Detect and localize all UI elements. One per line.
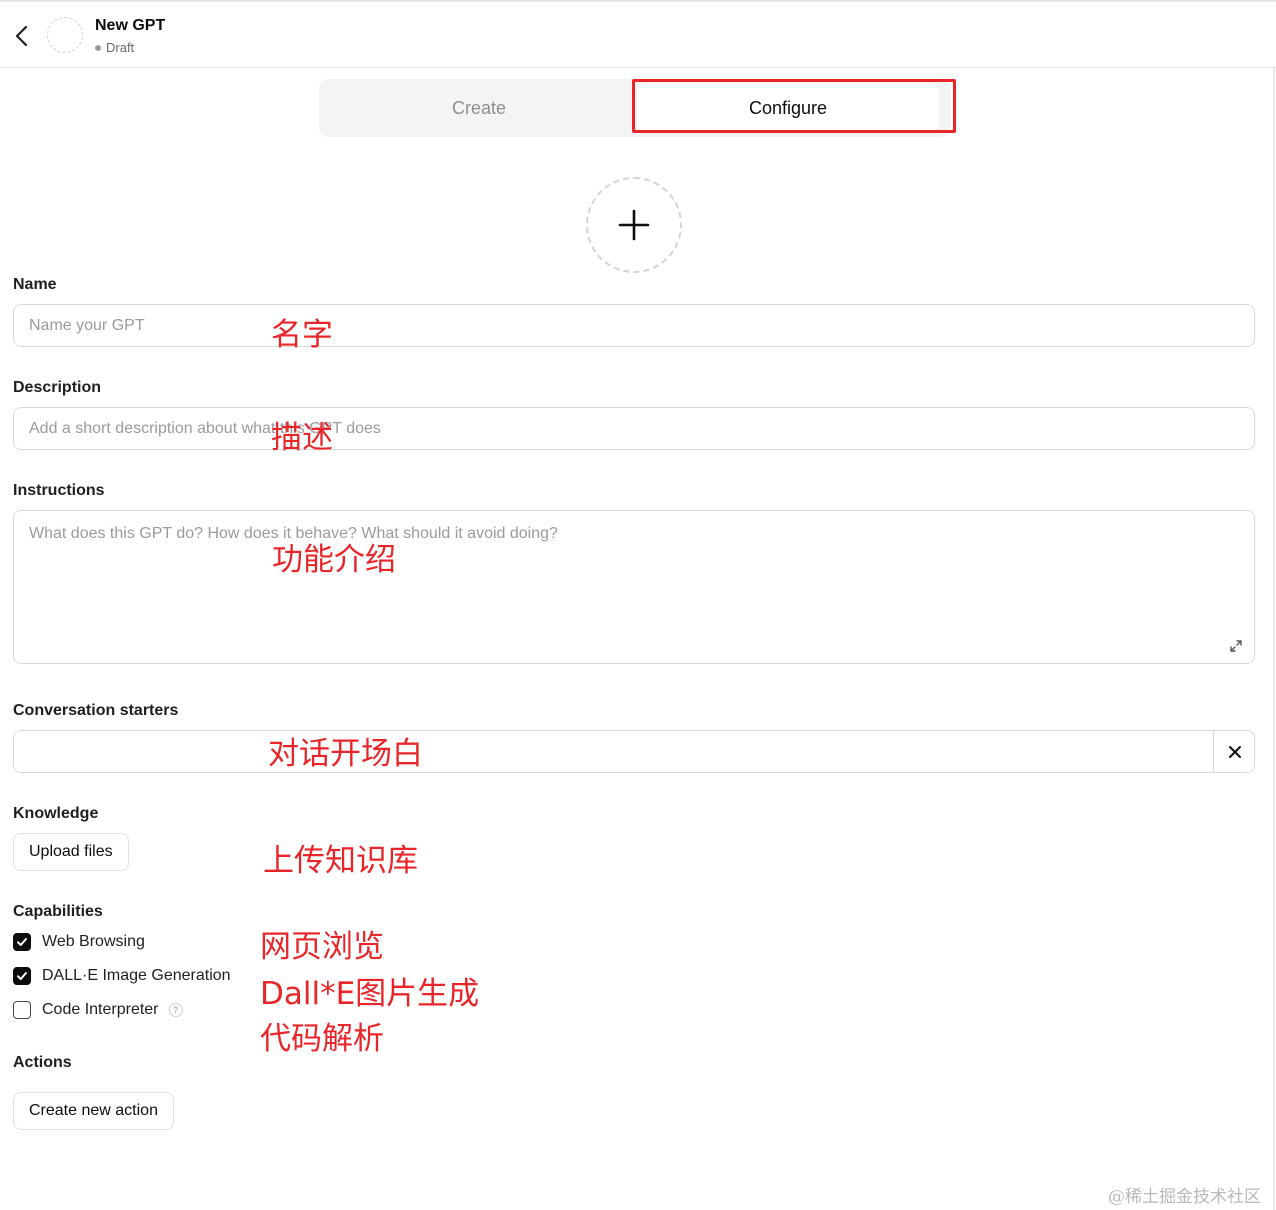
close-icon <box>1228 745 1241 758</box>
mode-tabs: Create Configure <box>319 79 951 137</box>
conversation-starter-row <box>13 730 1255 773</box>
annotation-web: 网页浏览 <box>260 929 384 965</box>
tab-create[interactable]: Create <box>319 79 639 137</box>
plus-icon <box>618 209 650 241</box>
knowledge-label: Knowledge <box>13 805 99 822</box>
header: New GPT Draft <box>0 2 1276 68</box>
create-action-button[interactable]: Create new action <box>13 1092 174 1130</box>
capability-code-interpreter[interactable]: Code Interpreter ? <box>13 1001 183 1019</box>
upload-avatar-button[interactable] <box>586 177 682 273</box>
status-badge: Draft <box>95 40 134 55</box>
annotation-code: 代码解析 <box>260 1021 384 1057</box>
description-label: Description <box>13 379 102 396</box>
capability-label: Code Interpreter <box>42 1001 159 1018</box>
capability-label: DALL·E Image Generation <box>42 967 231 984</box>
right-divider <box>1273 68 1275 1210</box>
gpt-avatar-placeholder <box>47 17 83 53</box>
instructions-label: Instructions <box>13 482 105 499</box>
checkbox-web-browsing[interactable] <box>13 933 31 951</box>
status-text: Draft <box>106 40 135 55</box>
name-label: Name <box>13 276 57 293</box>
capabilities-label: Capabilities <box>13 903 103 920</box>
instructions-textarea[interactable] <box>13 510 1255 664</box>
tab-configure[interactable]: Configure <box>637 85 939 131</box>
conversation-starter-input[interactable] <box>14 731 1213 772</box>
checkbox-dalle[interactable] <box>13 967 31 985</box>
remove-starter-button[interactable] <box>1213 731 1254 772</box>
starters-label: Conversation starters <box>13 702 179 719</box>
description-input[interactable] <box>13 407 1255 450</box>
watermark: @稀土掘金技术社区 <box>1108 1187 1261 1207</box>
back-button[interactable] <box>10 22 34 50</box>
capability-label: Web Browsing <box>42 933 145 950</box>
chevron-left-icon <box>15 25 28 47</box>
checkbox-code-interpreter[interactable] <box>13 1001 31 1019</box>
expand-icon[interactable] <box>1228 638 1244 659</box>
capability-dalle[interactable]: DALL·E Image Generation <box>13 967 231 985</box>
actions-label: Actions <box>13 1054 72 1071</box>
gpt-title: New GPT <box>95 17 166 34</box>
question-icon[interactable]: ? <box>168 1003 183 1017</box>
check-icon <box>17 972 27 980</box>
annotation-dalle: Dall*E图片生成 <box>260 976 480 1012</box>
annotation-knowledge: 上传知识库 <box>263 843 418 879</box>
name-input[interactable] <box>13 304 1255 347</box>
status-dot <box>95 44 101 51</box>
check-icon <box>17 938 27 946</box>
capability-web-browsing[interactable]: Web Browsing <box>13 933 145 951</box>
upload-files-button[interactable]: Upload files <box>13 833 129 871</box>
